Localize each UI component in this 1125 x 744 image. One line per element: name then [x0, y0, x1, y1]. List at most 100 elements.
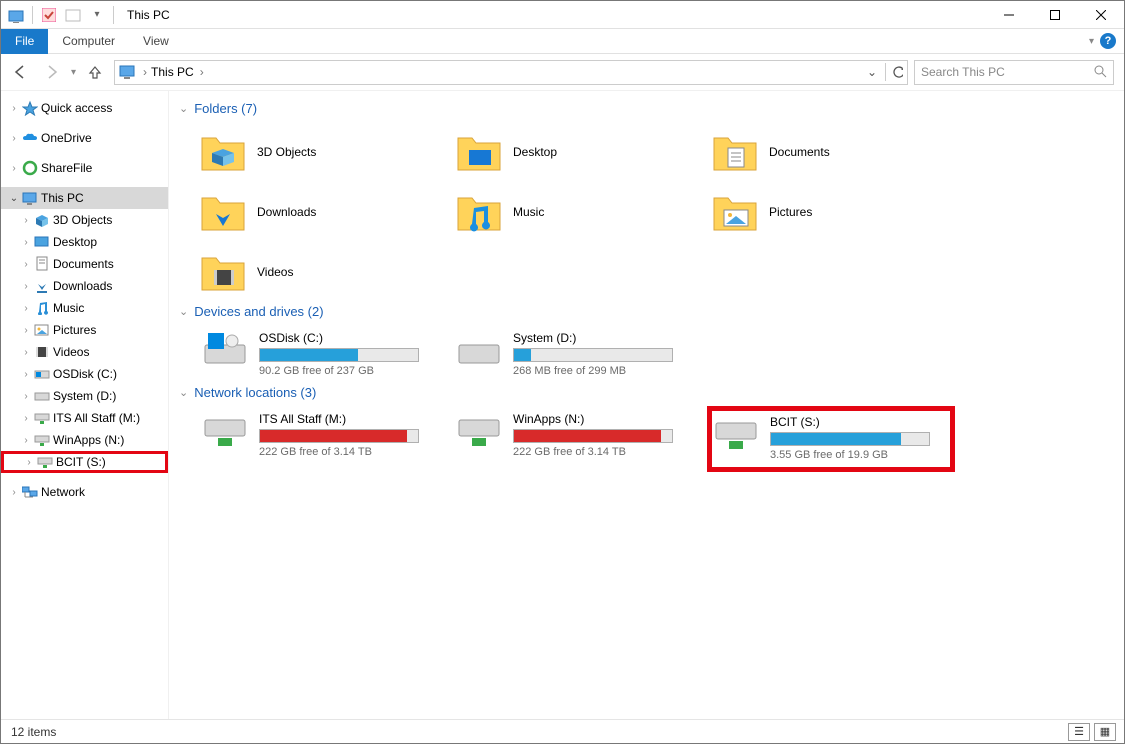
- folder-icon: [199, 128, 247, 176]
- sidebar-item-pictures[interactable]: ›Pictures: [1, 319, 168, 341]
- network-drive-icon: [455, 412, 503, 448]
- pictures-icon: [33, 321, 51, 339]
- search-icon: [1093, 64, 1107, 81]
- recent-locations-icon[interactable]: ▾: [71, 67, 76, 78]
- file-tab[interactable]: File: [1, 29, 48, 54]
- breadcrumb-this-pc[interactable]: This PC: [151, 65, 194, 79]
- refresh-icon[interactable]: [885, 63, 903, 81]
- network-drive-icon: [712, 415, 760, 451]
- sidebar-item-downloads[interactable]: ›Downloads: [1, 275, 168, 297]
- chevron-right-icon[interactable]: ›: [200, 65, 204, 79]
- sidebar-item-network[interactable]: › Network: [1, 481, 168, 503]
- folder-icon: [455, 188, 503, 236]
- this-pc-icon: [21, 189, 39, 207]
- close-button[interactable]: [1078, 1, 1124, 29]
- ribbon-expand-icon[interactable]: ▾: [1089, 36, 1094, 47]
- address-row: ▾ › This PC › ⌄ Search This PC: [1, 54, 1124, 91]
- capacity-bar: [770, 432, 930, 446]
- downloads-icon: [33, 277, 51, 295]
- details-view-button[interactable]: ☰: [1068, 723, 1090, 741]
- new-folder-icon[interactable]: [62, 4, 84, 26]
- folder-icon: [199, 248, 247, 296]
- forward-button[interactable]: [39, 59, 65, 85]
- item-count: 12 items: [11, 725, 56, 739]
- folder-icon: [199, 188, 247, 236]
- folder-pictures[interactable]: Pictures: [711, 182, 961, 242]
- desktop-icon: [33, 233, 51, 251]
- capacity-bar: [513, 429, 673, 443]
- quick-access-toolbar: ▾: [5, 4, 117, 26]
- help-icon[interactable]: ?: [1100, 33, 1116, 49]
- folder-desktop[interactable]: Desktop: [455, 122, 705, 182]
- chevron-down-icon[interactable]: ⌄: [179, 305, 188, 318]
- sidebar-item-system-d[interactable]: ›System (D:): [1, 385, 168, 407]
- app-icon: [5, 4, 27, 26]
- folder-icon: [711, 188, 759, 236]
- sidebar-item-sharefile[interactable]: › ShareFile: [1, 157, 168, 179]
- chevron-down-icon[interactable]: ⌄: [179, 102, 188, 115]
- tab-view[interactable]: View: [129, 30, 183, 52]
- ribbon: File Computer View ▾ ?: [1, 29, 1124, 54]
- sidebar-item-3d-objects[interactable]: ›3D Objects: [1, 209, 168, 231]
- up-button[interactable]: [82, 59, 108, 85]
- titlebar: ▾ This PC: [1, 1, 1124, 29]
- netloc-its-all-staff[interactable]: ITS All Staff (M:) 222 GB free of 3.14 T…: [199, 406, 447, 472]
- capacity-bar: [513, 348, 673, 362]
- folder-icon: [711, 128, 759, 176]
- folder-downloads[interactable]: Downloads: [199, 182, 449, 242]
- onedrive-icon: [21, 129, 39, 147]
- chevron-right-icon[interactable]: ›: [143, 65, 147, 79]
- qat-dropdown-icon[interactable]: ▾: [86, 4, 108, 26]
- network-drive-icon: [36, 453, 54, 471]
- capacity-bar: [259, 429, 419, 443]
- status-bar: 12 items ☰ ▦: [1, 719, 1124, 743]
- maximize-button[interactable]: [1032, 1, 1078, 29]
- expander-open-icon[interactable]: ⌄: [7, 193, 21, 204]
- chevron-down-icon[interactable]: ⌄: [179, 386, 188, 399]
- sidebar-item-this-pc[interactable]: ⌄ This PC: [1, 187, 168, 209]
- music-icon: [33, 299, 51, 317]
- sidebar-item-osdisk[interactable]: ›OSDisk (C:): [1, 363, 168, 385]
- network-drive-icon: [201, 412, 249, 448]
- expander-icon[interactable]: ›: [7, 133, 21, 144]
- videos-icon: [33, 343, 51, 361]
- sidebar-item-winapps[interactable]: ›WinApps (N:): [1, 429, 168, 451]
- sidebar-item-its-all-staff[interactable]: ›ITS All Staff (M:): [1, 407, 168, 429]
- folder-icon: [455, 128, 503, 176]
- back-button[interactable]: [7, 59, 33, 85]
- sidebar-item-music[interactable]: ›Music: [1, 297, 168, 319]
- netloc-bcit[interactable]: BCIT (S:) 3.55 GB free of 19.9 GB: [707, 406, 955, 472]
- group-drives[interactable]: ⌄ Devices and drives (2): [179, 304, 1112, 319]
- address-dropdown-icon[interactable]: ⌄: [867, 65, 877, 79]
- drive-osdisk[interactable]: OSDisk (C:) 90.2 GB free of 237 GB: [199, 325, 447, 383]
- sidebar-item-documents[interactable]: ›Documents: [1, 253, 168, 275]
- 3d-objects-icon: [33, 211, 51, 229]
- drive-icon: [455, 331, 503, 367]
- folder-videos[interactable]: Videos: [199, 242, 449, 302]
- sidebar-item-bcit[interactable]: ›BCIT (S:): [1, 451, 168, 473]
- this-pc-icon: [119, 63, 137, 82]
- search-input[interactable]: Search This PC: [914, 60, 1114, 85]
- netloc-winapps[interactable]: WinApps (N:) 222 GB free of 3.14 TB: [453, 406, 701, 472]
- expander-icon[interactable]: ›: [7, 103, 21, 114]
- expander-icon[interactable]: ›: [7, 163, 21, 174]
- sidebar-item-quick-access[interactable]: › Quick access: [1, 97, 168, 119]
- properties-icon[interactable]: [38, 4, 60, 26]
- folder-3d-objects[interactable]: 3D Objects: [199, 122, 449, 182]
- group-network-locations[interactable]: ⌄ Network locations (3): [179, 385, 1112, 400]
- sidebar-item-desktop[interactable]: ›Desktop: [1, 231, 168, 253]
- address-bar[interactable]: › This PC › ⌄: [114, 60, 908, 85]
- folder-music[interactable]: Music: [455, 182, 705, 242]
- network-drive-icon: [33, 409, 51, 427]
- sidebar-item-onedrive[interactable]: › OneDrive: [1, 127, 168, 149]
- sidebar-item-videos[interactable]: ›Videos: [1, 341, 168, 363]
- search-placeholder: Search This PC: [921, 65, 1005, 79]
- folder-documents[interactable]: Documents: [711, 122, 961, 182]
- drive-system-d[interactable]: System (D:) 268 MB free of 299 MB: [453, 325, 701, 383]
- tiles-view-button[interactable]: ▦: [1094, 723, 1116, 741]
- tab-computer[interactable]: Computer: [48, 30, 129, 52]
- minimize-button[interactable]: [986, 1, 1032, 29]
- drive-icon: [33, 387, 51, 405]
- sharefile-icon: [21, 159, 39, 177]
- group-folders[interactable]: ⌄ Folders (7): [179, 101, 1112, 116]
